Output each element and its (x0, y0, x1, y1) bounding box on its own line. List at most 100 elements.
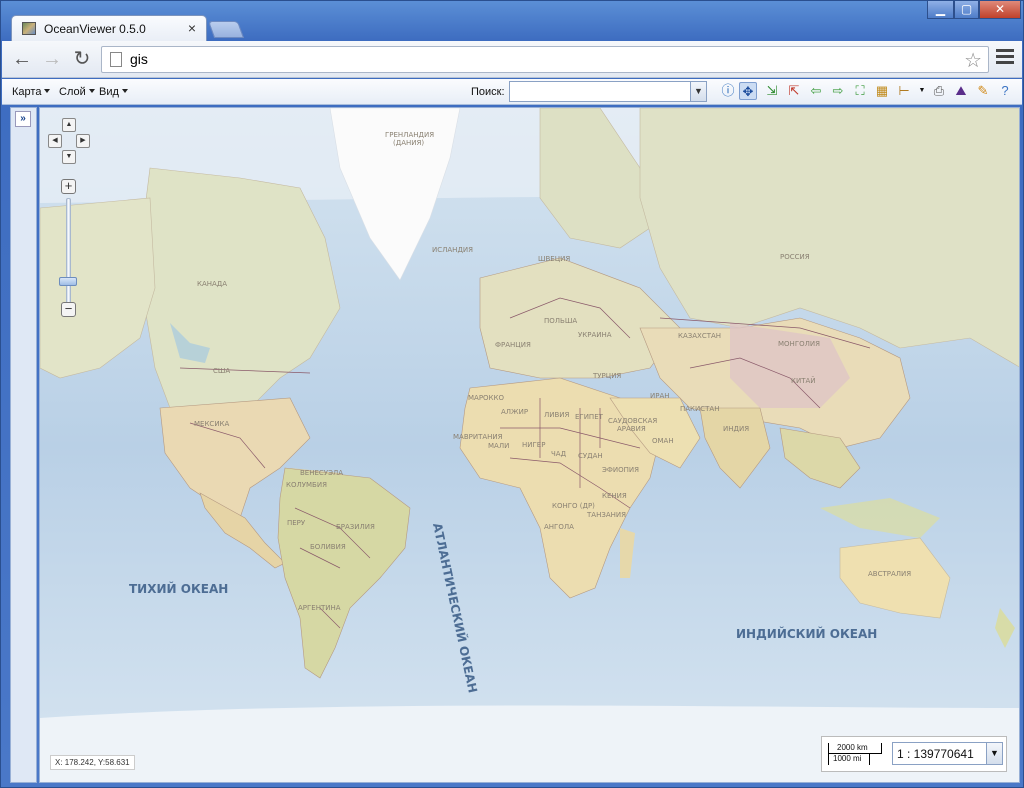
pan-down-button[interactable]: ▼ (62, 150, 76, 164)
label-oman: ОМАН (652, 437, 674, 445)
measure-icon[interactable]: ⊢ (895, 82, 913, 100)
reload-button[interactable]: ↻ (70, 48, 94, 70)
label-niger: НИГЕР (522, 441, 545, 449)
forward-icon[interactable]: ⇨ (829, 82, 847, 100)
label-tanzania: ТАНЗАНИЯ (586, 511, 626, 519)
print-icon[interactable]: ⎙ (930, 82, 948, 100)
label-iran: ИРАН (650, 392, 670, 400)
world-map[interactable]: ГРЕНЛАНДИЯ (ДАНИЯ) ИСЛАНДИЯ КАНАДА США М… (40, 108, 1020, 783)
label-ethiopia: ЭФИОПИЯ (602, 466, 639, 474)
pan-left-button[interactable]: ◀ (48, 134, 62, 148)
measure-dropdown-icon[interactable]: ▼ (913, 82, 931, 100)
label-sudan: СУДАН (578, 452, 603, 460)
tab-strip: OceanViewer 0.5.0 × ▁ ▢ ✕ (1, 1, 1023, 42)
url-text: gis (130, 51, 148, 67)
search-label: Поиск: (471, 86, 505, 98)
map-view[interactable]: ГРЕНЛАНДИЯ (ДАНИЯ) ИСЛАНДИЯ КАНАДА США М… (39, 107, 1020, 783)
label-russia: РОССИЯ (780, 253, 810, 261)
label-bolivia: БОЛИВИЯ (310, 543, 346, 551)
grid-icon[interactable]: ▦ (873, 82, 891, 100)
forward-button[interactable]: → (40, 48, 64, 70)
label-libya: ЛИВИЯ (544, 411, 570, 419)
expand-panel-button[interactable]: » (15, 111, 31, 127)
label-congo: КОНГО (ДР) (552, 502, 595, 510)
label-china: КИТАЙ (791, 376, 816, 385)
browser-menu-button[interactable] (996, 49, 1014, 67)
label-pacific-ocean: ТИХИЙ ОКЕАН (129, 581, 228, 596)
label-argentina: АРГЕНТИНА (298, 604, 341, 612)
collapsed-side-panel: » (10, 107, 37, 783)
tab-title: OceanViewer 0.5.0 (44, 22, 146, 36)
zoom-out-button[interactable]: − (61, 302, 76, 317)
label-mongolia: МОНГОЛИЯ (778, 340, 820, 348)
label-brazil: БРАЗИЛИЯ (336, 523, 375, 531)
label-chad: ЧАД (551, 450, 567, 458)
pan-right-button[interactable]: ▶ (76, 134, 90, 148)
browser-tab[interactable]: OceanViewer 0.5.0 × (11, 15, 207, 42)
menu-map[interactable]: Карта (12, 86, 50, 98)
label-usa: США (213, 367, 230, 375)
label-colombia: КОЛУМБИЯ (286, 481, 327, 489)
zoom-in-icon[interactable]: ⇲ (763, 82, 781, 100)
zoom-out-icon[interactable]: ⇱ (785, 82, 803, 100)
label-india: ИНДИЯ (723, 425, 749, 433)
label-kenya: КЕНИЯ (602, 492, 627, 500)
info-icon[interactable]: ⓘ (719, 82, 737, 100)
label-greenland-sub: (ДАНИЯ) (393, 139, 424, 147)
label-iceland: ИСЛАНДИЯ (432, 246, 473, 254)
label-ukraine: УКРАИНА (578, 331, 612, 339)
label-algeria: АЛЖИР (501, 408, 528, 416)
pan-up-button[interactable]: ▲ (62, 118, 76, 132)
pan-icon[interactable]: ✥ (739, 82, 757, 100)
edit-icon[interactable]: ✎ (974, 82, 992, 100)
label-greenland: ГРЕНЛАНДИЯ (385, 131, 434, 139)
zoom-slider-track[interactable] (66, 198, 71, 306)
back-icon[interactable]: ⇦ (807, 82, 825, 100)
chart-icon[interactable]: ⛰ (952, 82, 970, 100)
menu-view[interactable]: Вид (99, 86, 128, 98)
scale-bar: 2000 km 1000 mi (828, 743, 882, 767)
label-saudi-2: АРАВИЯ (617, 425, 646, 433)
label-venezuela: ВЕНЕСУЭЛА (300, 469, 343, 477)
zoom-slider-thumb[interactable] (59, 277, 77, 286)
label-saudi: САУДОВСКАЯ (608, 417, 657, 425)
bookmark-star-icon[interactable]: ☆ (964, 48, 982, 73)
browser-window: OceanViewer 0.5.0 × ▁ ▢ ✕ ← → ↻ gis ☆ Ка… (0, 0, 1024, 788)
label-france: ФРАНЦИЯ (495, 341, 531, 349)
back-button[interactable]: ← (10, 48, 34, 70)
label-kazakhstan: КАЗАХСТАН (678, 332, 721, 340)
address-bar[interactable]: gis ☆ (101, 46, 989, 73)
full-extent-icon[interactable]: ⛶ (851, 82, 869, 100)
label-pakistan: ПАКИСТАН (680, 405, 719, 413)
help-icon[interactable]: ? (996, 82, 1014, 100)
close-window-button[interactable]: ✕ (979, 1, 1021, 19)
label-indian-ocean: ИНДИЙСКИЙ ОКЕАН (736, 626, 877, 641)
label-angola: АНГОЛА (544, 523, 574, 531)
app-toolbar: Карта Слой Вид Поиск: ▼ ⓘ ✥ ⇲ ⇱ ⇦ ⇨ ⛶ ▦ … (2, 79, 1022, 105)
maximize-button[interactable]: ▢ (954, 1, 979, 19)
label-mauritania: МАВРИТАНИЯ (453, 433, 503, 441)
label-mali: МАЛИ (488, 442, 509, 450)
label-peru: ПЕРУ (287, 519, 306, 527)
coordinate-readout: X: 178.242, Y:58.631 (50, 755, 135, 770)
page-icon (110, 52, 122, 67)
browser-toolbar: ← → ↻ gis ☆ (2, 41, 1022, 78)
label-mexico: МЕКСИКА (194, 420, 230, 428)
label-egypt: ЕГИПЕТ (575, 413, 604, 421)
scale-select[interactable]: 1 : 139770641 ▼ (892, 742, 1003, 765)
scale-mi-label: 1000 mi (828, 754, 870, 765)
zoom-in-button[interactable]: + (61, 179, 76, 194)
favicon-icon (22, 22, 36, 35)
label-morocco: МАРОККО (468, 394, 504, 402)
scale-km-label: 2000 km (828, 743, 882, 754)
scale-value: 1 : 139770641 (897, 747, 974, 761)
menu-layer[interactable]: Слой (59, 86, 95, 98)
minimize-button[interactable]: ▁ (927, 1, 954, 19)
label-turkey: ТУРЦИЯ (592, 372, 621, 380)
scale-panel: 2000 km 1000 mi 1 : 139770641 ▼ (821, 736, 1007, 772)
tab-close-button[interactable]: × (188, 20, 196, 36)
search-dropdown-button[interactable]: ▼ (690, 82, 706, 101)
search-input[interactable]: ▼ (509, 81, 707, 102)
scale-dropdown-button[interactable]: ▼ (986, 743, 1002, 764)
new-tab-button[interactable] (207, 21, 245, 38)
